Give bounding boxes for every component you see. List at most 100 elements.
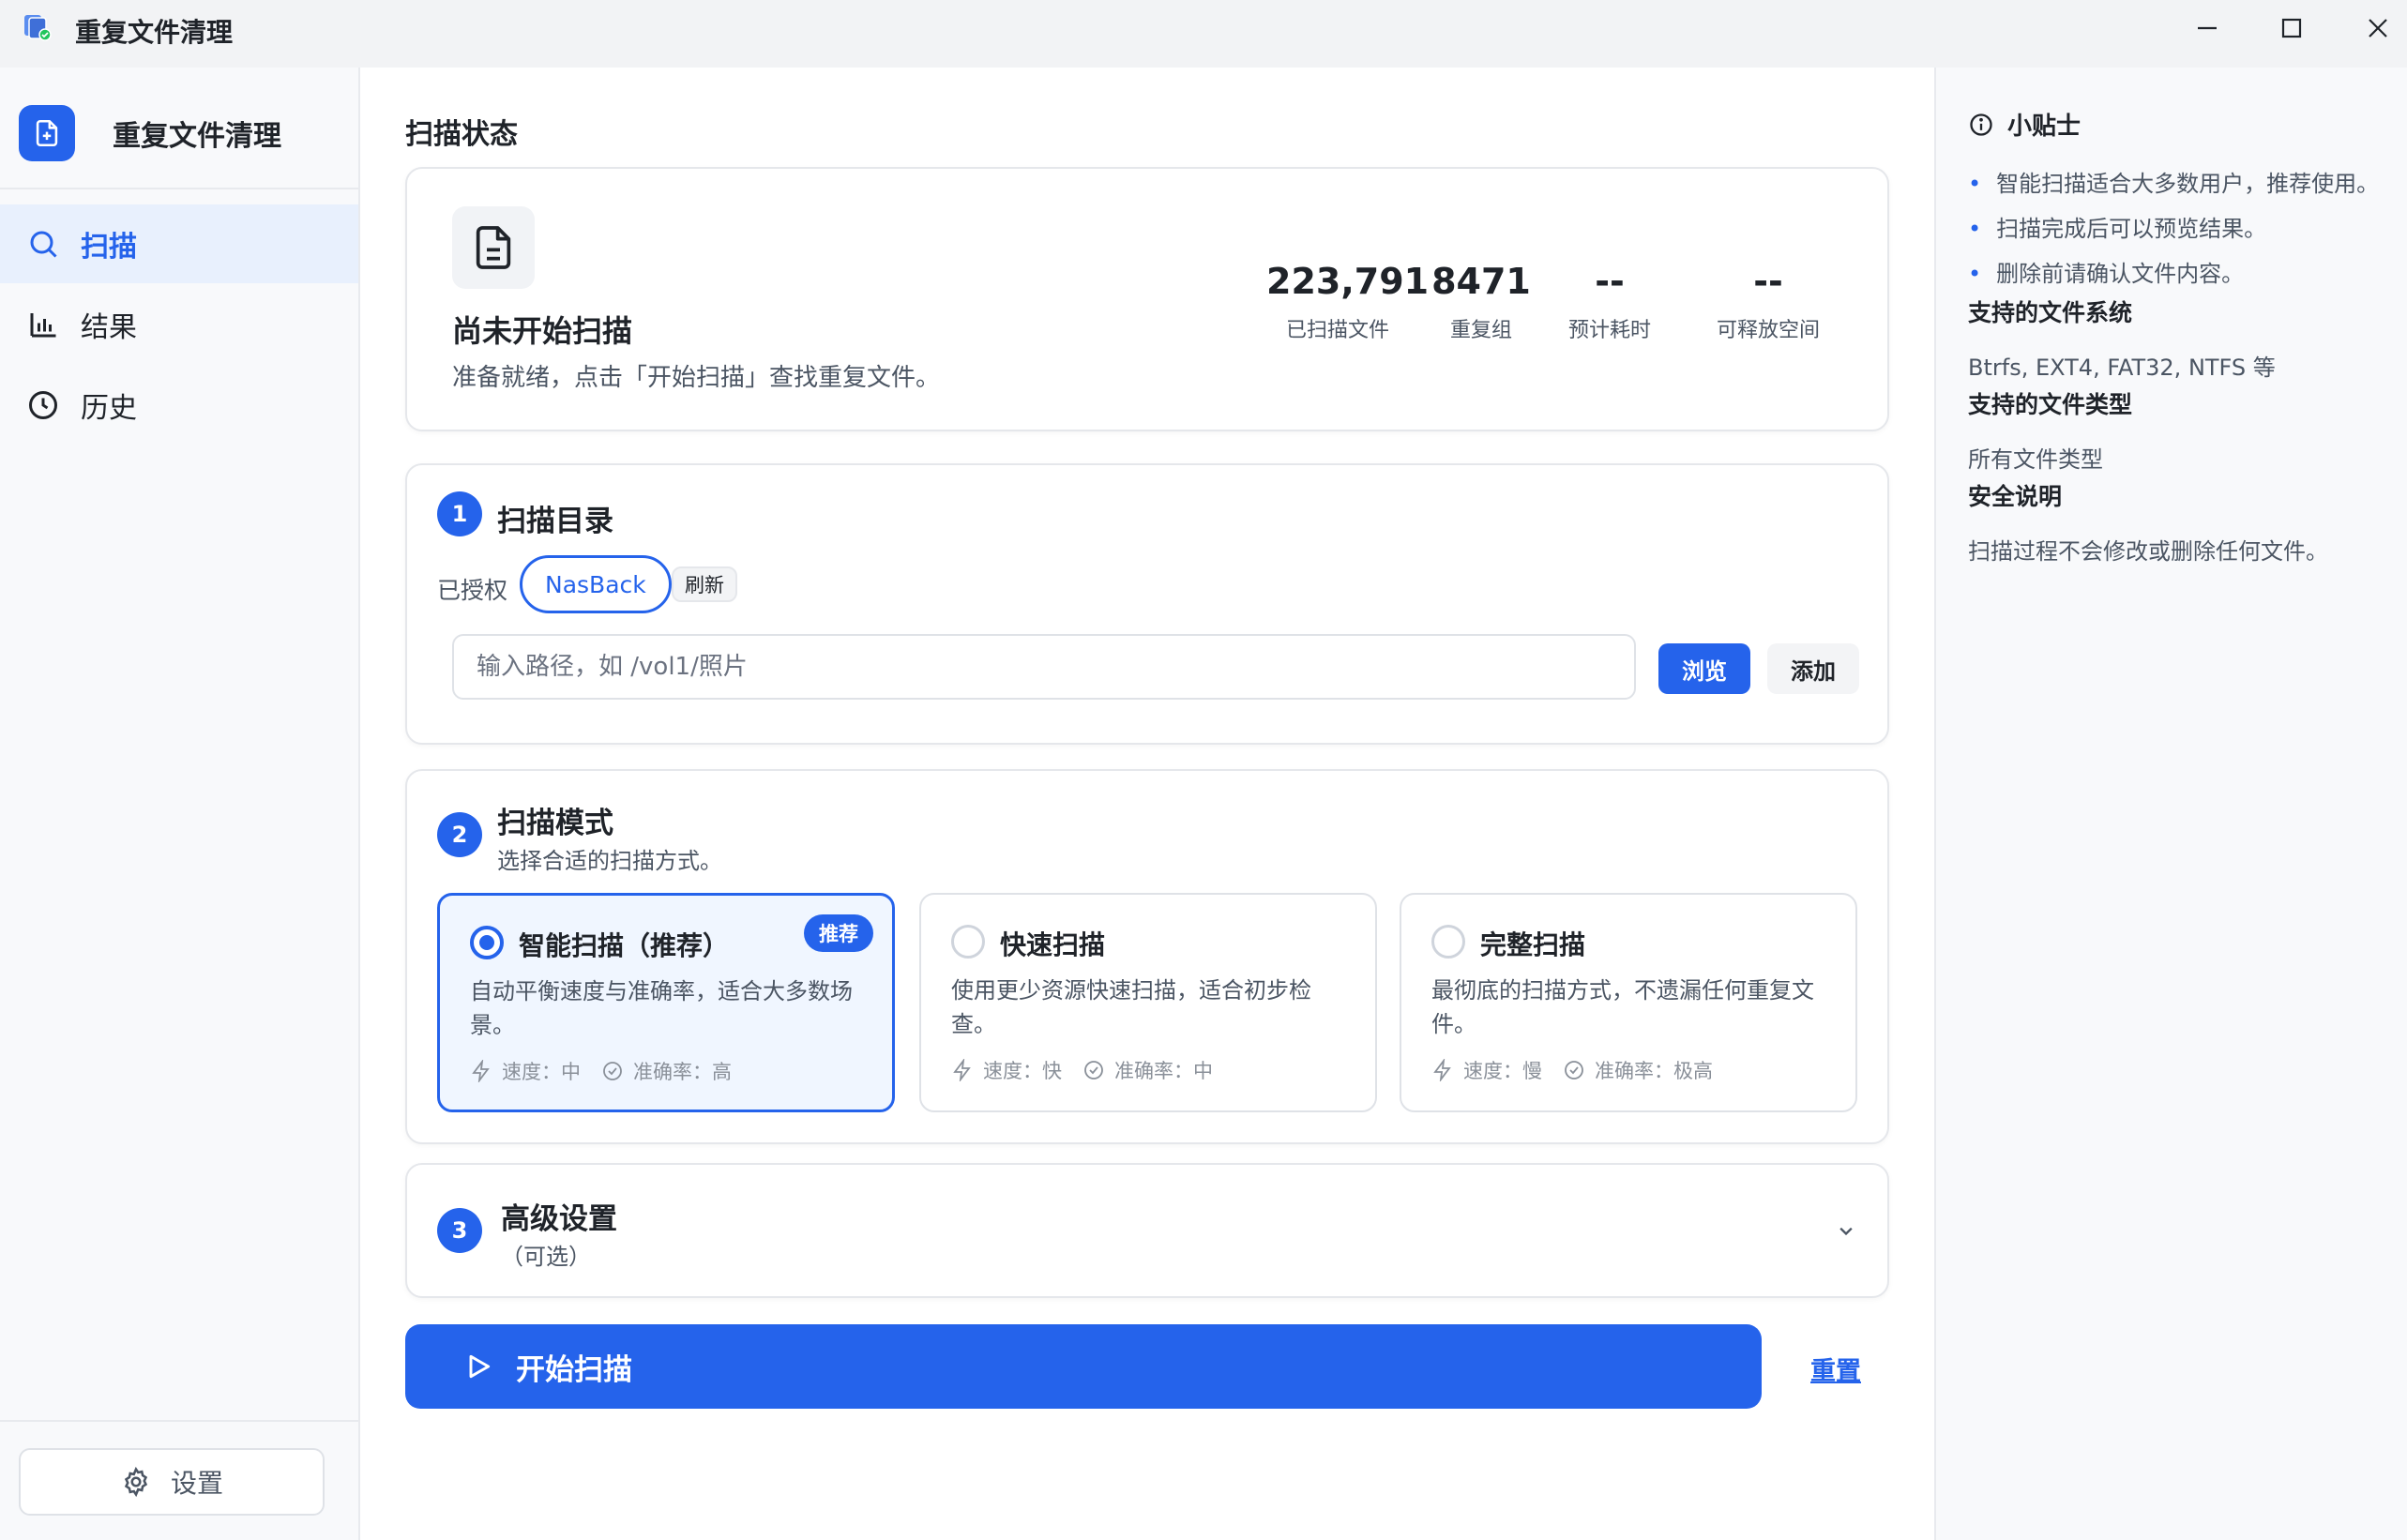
tips-text-safety: 扫描过程不会修改或删除任何文件。 <box>1968 538 2328 565</box>
radio-button[interactable] <box>470 926 504 959</box>
section-title: 扫描状态 <box>405 118 518 151</box>
speed-label: 速度：快 <box>983 1060 1062 1082</box>
divider <box>0 188 358 189</box>
list-item: • 智能扫描适合大多数用户，推荐使用。 <box>1968 171 2380 197</box>
sidebar-nav: 扫描 结果 历史 <box>0 204 358 446</box>
mode-name: 快速扫描 <box>1000 929 1106 960</box>
settings-button[interactable]: 设置 <box>19 1448 325 1516</box>
play-icon <box>469 1354 491 1379</box>
stat-label: 已扫描文件 <box>1285 319 1389 342</box>
sidebar: 重复文件清理 扫描 结果 历史 设置 <box>0 68 360 1540</box>
mode-description: 最彻底的扫描方式，不遗漏任何重复文件。 <box>1431 977 1814 1037</box>
stat-value: 8471 <box>1431 261 1531 302</box>
search-icon <box>30 231 57 258</box>
brand-icon <box>19 105 75 161</box>
list-item: • 删除前请确认文件内容。 <box>1968 261 2245 287</box>
brand: 重复文件清理 <box>19 105 281 161</box>
check-circle-icon <box>1565 1061 1583 1080</box>
sidebar-item-history[interactable]: 历史 <box>0 366 358 445</box>
refresh-button[interactable]: 刷新 <box>672 566 737 602</box>
status-card: 尚未开始扫描 准备就绪，点击「开始扫描」查找重复文件。 223,791 已扫描文… <box>405 167 1889 431</box>
check-circle-icon <box>603 1062 622 1080</box>
document-icon <box>476 226 511 269</box>
main-content: 扫描状态 尚未开始扫描 准备就绪，点击「开始扫描」查找重复文件。 223,791… <box>360 68 1934 1540</box>
mode-name: 完整扫描 <box>1480 929 1586 960</box>
accuracy-label: 准确率：中 <box>1114 1060 1213 1082</box>
lightning-icon <box>1433 1059 1451 1081</box>
gear-icon <box>124 1466 148 1498</box>
stat-value: -- <box>1753 261 1783 302</box>
sidebar-item-label: 结果 <box>81 311 137 344</box>
sidebar-item-label: 扫描 <box>81 231 137 264</box>
tips-heading-safety: 安全说明 <box>1968 483 2063 510</box>
stat-value: -- <box>1595 261 1625 302</box>
tips-title: 小贴士 <box>1968 107 2081 142</box>
sidebar-item-scan[interactable]: 扫描 <box>0 204 358 283</box>
advanced-settings-card[interactable]: 3 高级设置 （可选） <box>405 1163 1889 1298</box>
mode-meta: 速度：中 准确率：高 <box>470 1057 732 1085</box>
step-number: 1 <box>437 491 482 536</box>
tips-heading-fs: 支持的文件系统 <box>1968 299 2133 326</box>
mode-description: 自动平衡速度与准确率，适合大多数场景。 <box>470 978 853 1038</box>
add-button[interactable]: 添加 <box>1767 643 1859 694</box>
stat-value: 223,791 <box>1266 261 1430 302</box>
mode-meta: 速度：快 准确率：中 <box>951 1056 1213 1084</box>
stat-freeable-space: -- 可释放空间 <box>1688 261 1848 343</box>
status-description: 准备就绪，点击「开始扫描」查找重复文件。 <box>452 364 941 392</box>
step-number: 2 <box>437 812 482 857</box>
stat-scanned-files: 223,791 已扫描文件 <box>1266 261 1430 343</box>
authorized-label: 已授权 <box>437 577 508 604</box>
bar-chart-icon <box>30 313 56 338</box>
start-scan-label: 开始扫描 <box>516 1352 632 1387</box>
clock-icon <box>29 391 57 419</box>
tips-heading-types: 支持的文件类型 <box>1968 391 2133 418</box>
browse-button[interactable]: 浏览 <box>1658 643 1750 694</box>
mode-name: 智能扫描（推荐） <box>519 930 730 961</box>
settings-label: 设置 <box>170 1468 223 1499</box>
stat-label: 重复组 <box>1449 319 1512 342</box>
directory-chip-nasback[interactable]: NasBack <box>520 555 672 613</box>
status-title: 尚未开始扫描 <box>452 313 633 349</box>
step-title: 高级设置 <box>501 1202 617 1236</box>
file-plus-icon <box>36 119 58 147</box>
tips-text-fs: Btrfs, EXT4, FAT32, NTFS 等 <box>1968 355 2276 381</box>
reset-link[interactable]: 重置 <box>1810 1351 1861 1387</box>
window-title: 重复文件清理 <box>75 17 234 48</box>
mode-option-full[interactable]: 完整扫描 最彻底的扫描方式，不遗漏任何重复文件。 速度：慢 准确率：极高 <box>1400 893 1857 1112</box>
maximize-button[interactable] <box>2268 9 2315 47</box>
scan-directory-card: 1 扫描目录 已授权 NasBack 刷新 浏览 添加 <box>405 463 1889 745</box>
close-button[interactable] <box>2354 9 2401 47</box>
radio-button[interactable] <box>1431 925 1465 959</box>
lightning-icon <box>472 1060 490 1082</box>
divider <box>0 1420 358 1422</box>
sidebar-item-label: 历史 <box>81 392 137 425</box>
speed-label: 速度：慢 <box>1463 1060 1542 1082</box>
step-title: 扫描目录 <box>497 505 613 538</box>
title-bar: 重复文件清理 <box>0 0 2407 68</box>
tips-panel: 小贴士 • 智能扫描适合大多数用户，推荐使用。 • 扫描完成后可以预览结果。 • 删除… <box>1934 68 2407 1540</box>
stat-duplicate-groups: 8471 重复组 <box>1430 261 1533 343</box>
app-icon <box>24 15 52 41</box>
minimize-button[interactable] <box>2184 9 2231 47</box>
mode-option-quick[interactable]: 快速扫描 使用更少资源快速扫描，适合初步检查。 速度：快 准确率：中 <box>919 893 1377 1112</box>
scan-mode-card: 2 扫描模式 选择合适的扫描方式。 智能扫描（推荐） 推荐 自动平衡速度与准确率… <box>405 769 1889 1144</box>
sidebar-item-results[interactable]: 结果 <box>0 285 358 364</box>
path-input[interactable] <box>452 634 1636 700</box>
close-icon <box>2369 19 2387 38</box>
info-icon <box>1970 113 1992 136</box>
start-scan-button[interactable]: 开始扫描 <box>405 1324 1762 1409</box>
recommended-badge: 推荐 <box>804 914 873 952</box>
step-number: 3 <box>437 1208 482 1253</box>
speed-label: 速度：中 <box>502 1061 581 1083</box>
lightning-icon <box>953 1059 971 1081</box>
stat-label: 可释放空间 <box>1716 319 1820 342</box>
tips-text-types: 所有文件类型 <box>1968 446 2103 473</box>
list-item: • 扫描完成后可以预览结果。 <box>1968 216 2267 242</box>
stat-estimated-time: -- 预计耗时 <box>1553 261 1666 343</box>
mode-meta: 速度：慢 准确率：极高 <box>1431 1056 1713 1084</box>
mode-option-smart[interactable]: 智能扫描（推荐） 推荐 自动平衡速度与准确率，适合大多数场景。 速度：中 准确率… <box>437 893 895 1112</box>
chevron-down-icon[interactable] <box>1833 1217 1859 1244</box>
stat-label: 预计耗时 <box>1567 319 1651 342</box>
radio-button[interactable] <box>951 925 985 959</box>
accuracy-label: 准确率：极高 <box>1595 1060 1713 1082</box>
